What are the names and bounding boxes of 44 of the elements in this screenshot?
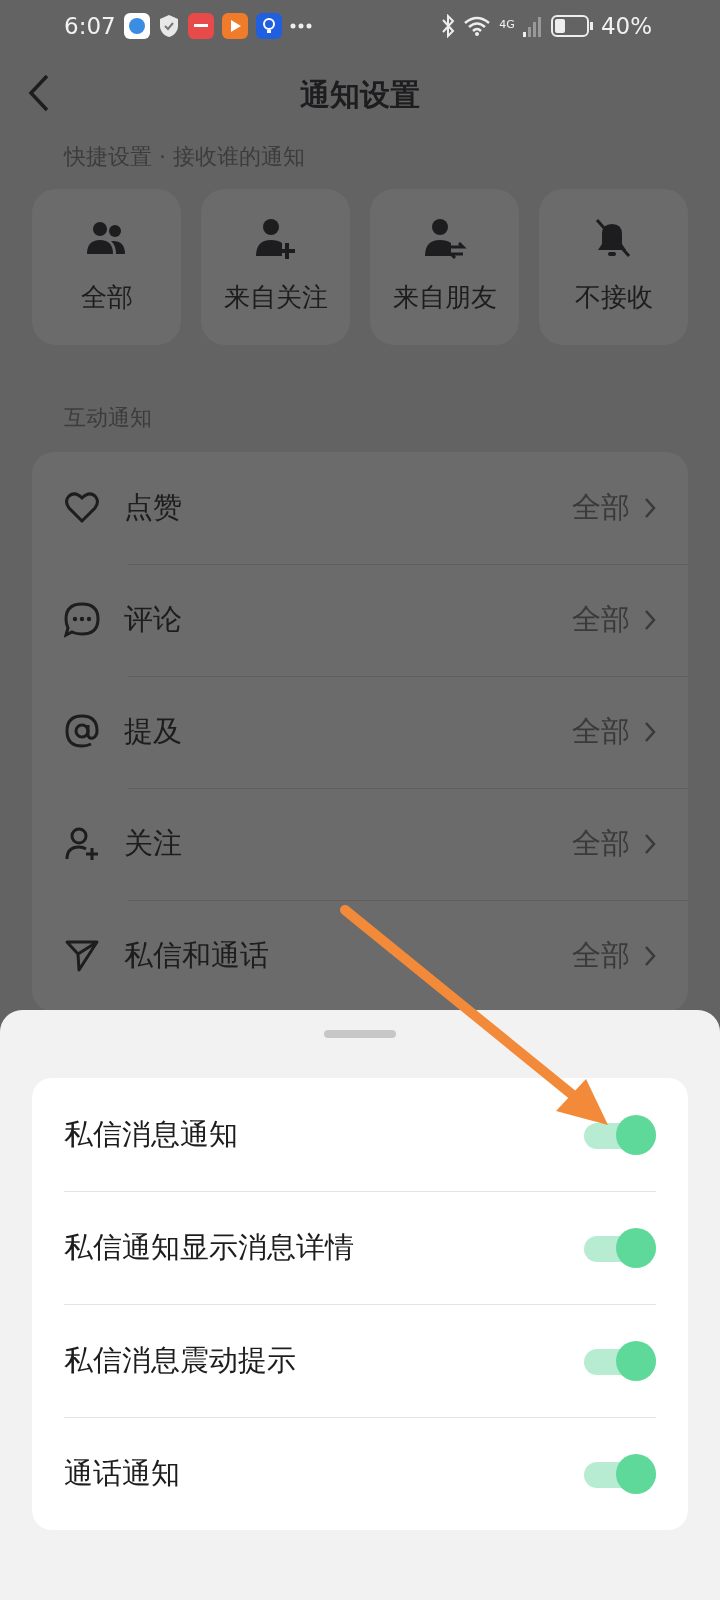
bluetooth-icon: [441, 14, 456, 38]
person-swap-icon: [422, 217, 467, 260]
person-plus-icon: [253, 217, 298, 260]
toggle-switch[interactable]: [584, 1228, 656, 1268]
network-type: 4G: [499, 16, 515, 33]
quick-option[interactable]: 不接收: [539, 189, 688, 345]
lightbulb-app-icon: [255, 13, 282, 39]
battery-percent: 40%: [600, 11, 652, 41]
chevron-right-icon: [644, 945, 656, 967]
toggle-label: 私信消息通知: [64, 1115, 238, 1153]
setting-label: 关注: [124, 825, 183, 863]
setting-label: 私信和通话: [124, 937, 270, 975]
signal-icon: [522, 15, 543, 37]
quick-option[interactable]: 来自朋友: [370, 189, 519, 345]
more-icon: [289, 23, 312, 29]
toggle-label: 私信消息震动提示: [64, 1342, 296, 1380]
toggle-switch[interactable]: [584, 1454, 656, 1494]
setting-label: 点赞: [124, 489, 183, 527]
toggle-label: 通话通知: [64, 1455, 180, 1493]
chevron-right-icon: [644, 609, 656, 631]
toggle-label: 私信通知显示消息详情: [64, 1229, 354, 1267]
toggle-switch[interactable]: [584, 1341, 656, 1381]
globe-app-icon: [123, 13, 150, 39]
drag-handle[interactable]: [324, 1030, 396, 1038]
setting-label: 评论: [124, 601, 183, 639]
chevron-right-icon: [644, 497, 656, 519]
play-app-icon: [221, 13, 248, 39]
chevron-right-icon: [644, 721, 656, 743]
chat-bubble-icon: [64, 602, 100, 638]
store-app-icon: [187, 13, 214, 39]
at-sign-icon: [64, 714, 100, 750]
battery-icon: [550, 15, 593, 37]
status-time: 6:07: [64, 11, 116, 41]
paper-plane-icon: [64, 938, 100, 974]
heart-icon: [64, 490, 100, 526]
wifi-icon: [463, 15, 492, 37]
page-title: 通知设置: [300, 75, 420, 114]
quick-option[interactable]: 来自关注: [201, 189, 350, 345]
toggle-switch[interactable]: [584, 1114, 656, 1155]
setting-label: 提及: [124, 713, 183, 751]
shield-check-icon: [157, 14, 180, 38]
quick-option[interactable]: 全部: [32, 189, 181, 345]
chevron-right-icon: [644, 833, 656, 855]
person-plus-icon: [64, 826, 100, 862]
